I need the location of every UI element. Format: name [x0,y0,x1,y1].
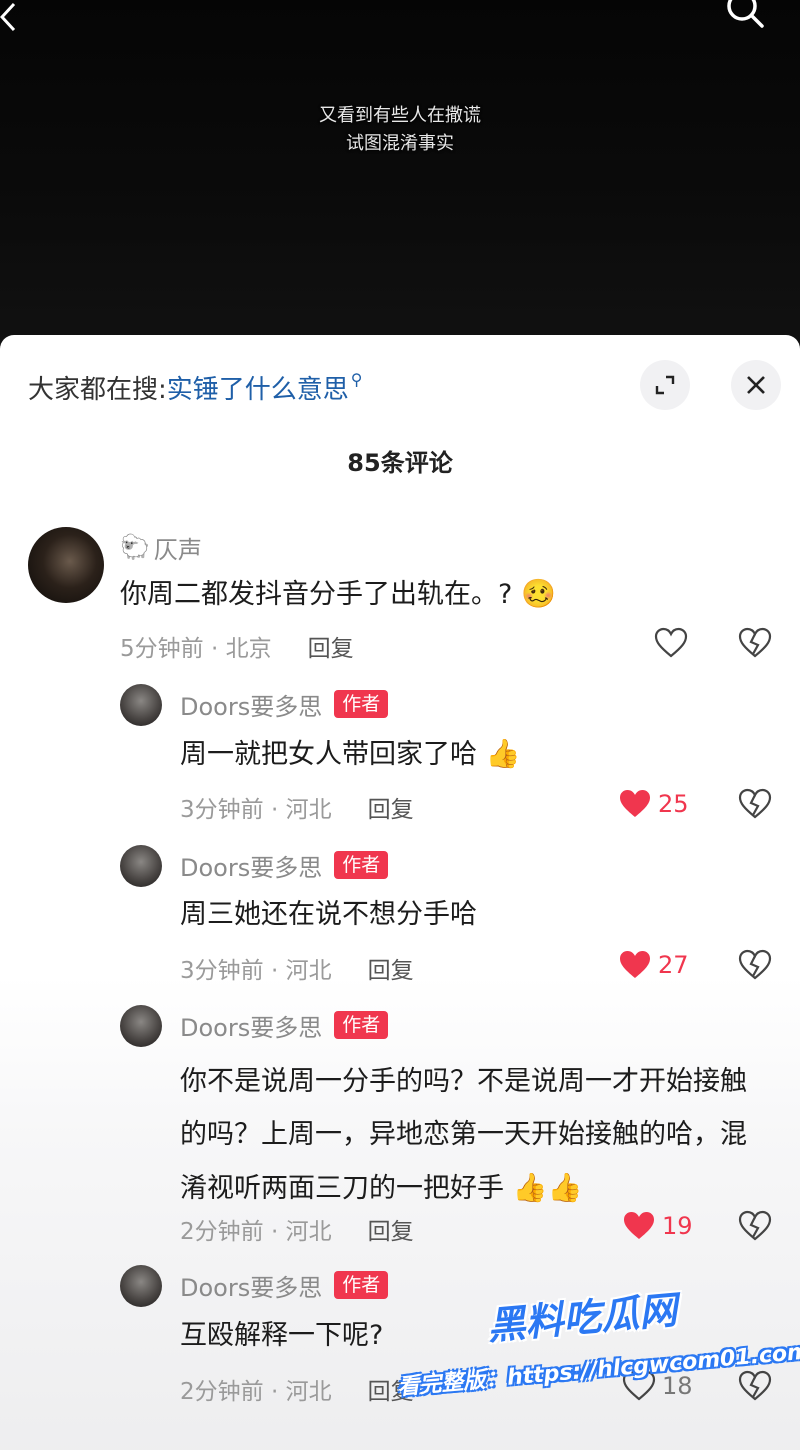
search-small-icon: ⚲ [350,369,363,389]
heart-icon [620,790,650,817]
like-count: 19 [662,1212,693,1240]
reply-button[interactable]: 回复 [308,629,354,663]
avatar[interactable] [120,684,162,726]
comment-count: 85条评论 [347,449,453,477]
comment-text: 周三她还在说不想分手哈 [180,894,780,936]
like-count: 27 [658,951,689,979]
comment-text-body: 你周二都发抖音分手了出轨在。? [120,579,513,610]
author-badge: 作者 [334,1271,389,1299]
reply-button[interactable]: 回复 [368,1212,414,1246]
username[interactable]: 仄声 [154,530,202,565]
comment-text-body: 周一就把女人带回家了哈 [180,739,477,770]
comment-item: 🐑 仄声 你周二都发抖音分手了出轨在。? 🥴 5分钟前 · 北京 回复 [0,527,800,677]
comment-text: 你周二都发抖音分手了出轨在。? 🥴 [120,573,720,616]
username[interactable]: Doors要多思 [180,687,322,722]
comment-meta: 2分钟前 · 河北 [180,1219,332,1245]
author-badge: 作者 [334,851,389,879]
comment-emoji: 👍👍 [512,1171,583,1204]
heart-icon [654,627,688,658]
trending-search-term[interactable]: 实锤了什么意思 [167,369,349,406]
reply-item: Doors要多思 作者 周一就把女人带回家了哈 👍 3分钟前 · 河北 回复 2… [0,684,800,834]
username-emoji: 🐑 [120,533,150,561]
watermark-title: 黑料吃瓜网 [485,1287,679,1349]
reply-item: Doors要多思 作者 你不是说周一分手的吗？不是说周一才开始接触的吗？上周一，… [0,1005,800,1255]
comment-text: 周一就把女人带回家了哈 👍 [180,733,780,776]
reply-item: Doors要多思 作者 周三她还在说不想分手哈 3分钟前 · 河北 回复 27 [0,845,800,995]
avatar[interactable] [120,845,162,887]
username[interactable]: Doors要多思 [180,848,322,883]
trending-search[interactable]: 大家都在搜: 实锤了什么意思 ⚲ [28,367,363,407]
username[interactable]: Doors要多思 [180,1008,322,1043]
trending-search-prefix: 大家都在搜: [28,374,167,405]
comment-meta: 5分钟前 · 北京 [120,636,272,662]
comment-emoji: 👍 [485,737,521,770]
watermark-url: 看完整版：https://hlcgwcom01.com [396,1339,800,1401]
comment-text-body: 周三她还在说不想分手哈 [180,899,477,930]
like-button[interactable]: 25 [618,788,689,820]
author-badge: 作者 [334,1011,389,1039]
expand-icon [655,375,675,395]
comment-text-body: 你不是说周一分手的吗？不是说周一才开始接触的吗？上周一，异地恋第一天开始接触的哈… [180,1066,747,1204]
avatar[interactable] [120,1005,162,1047]
username[interactable]: Doors要多思 [180,1268,322,1303]
video-area[interactable]: 又看到有些人在撒谎 试图混淆事实 [0,0,800,345]
comment-meta: 3分钟前 · 河北 [180,958,332,984]
reply-button[interactable]: 回复 [368,951,414,985]
video-subtitle-line2: 试图混淆事实 [346,133,454,154]
like-button[interactable]: 19 [622,1210,693,1242]
like-button[interactable] [654,627,688,659]
like-count: 25 [658,790,689,818]
comment-meta: 3分钟前 · 河北 [180,797,332,823]
broken-heart-icon[interactable] [738,627,772,659]
like-button[interactable]: 27 [618,949,689,981]
broken-heart-icon[interactable] [738,1210,772,1242]
comment-text-body: 互殴解释一下呢? [180,1320,384,1351]
comment-meta: 2分钟前 · 河北 [180,1379,332,1405]
broken-heart-icon[interactable] [738,949,772,981]
avatar[interactable] [28,527,104,603]
heart-icon [624,1212,654,1239]
heart-icon [620,951,650,978]
video-subtitle-line1: 又看到有些人在撒谎 [319,105,481,126]
comment-emoji: 🥴 [520,577,556,610]
comment-text: 你不是说周一分手的吗？不是说周一才开始接触的吗？上周一，异地恋第一天开始接触的哈… [180,1055,770,1215]
search-icon[interactable] [722,0,768,32]
avatar[interactable] [120,1265,162,1307]
broken-heart-icon[interactable] [738,788,772,820]
back-chevron-icon[interactable] [0,2,20,32]
close-button[interactable] [731,360,781,410]
reply-button[interactable]: 回复 [368,790,414,824]
close-icon [747,376,765,394]
expand-button[interactable] [640,360,690,410]
author-badge: 作者 [334,690,389,718]
